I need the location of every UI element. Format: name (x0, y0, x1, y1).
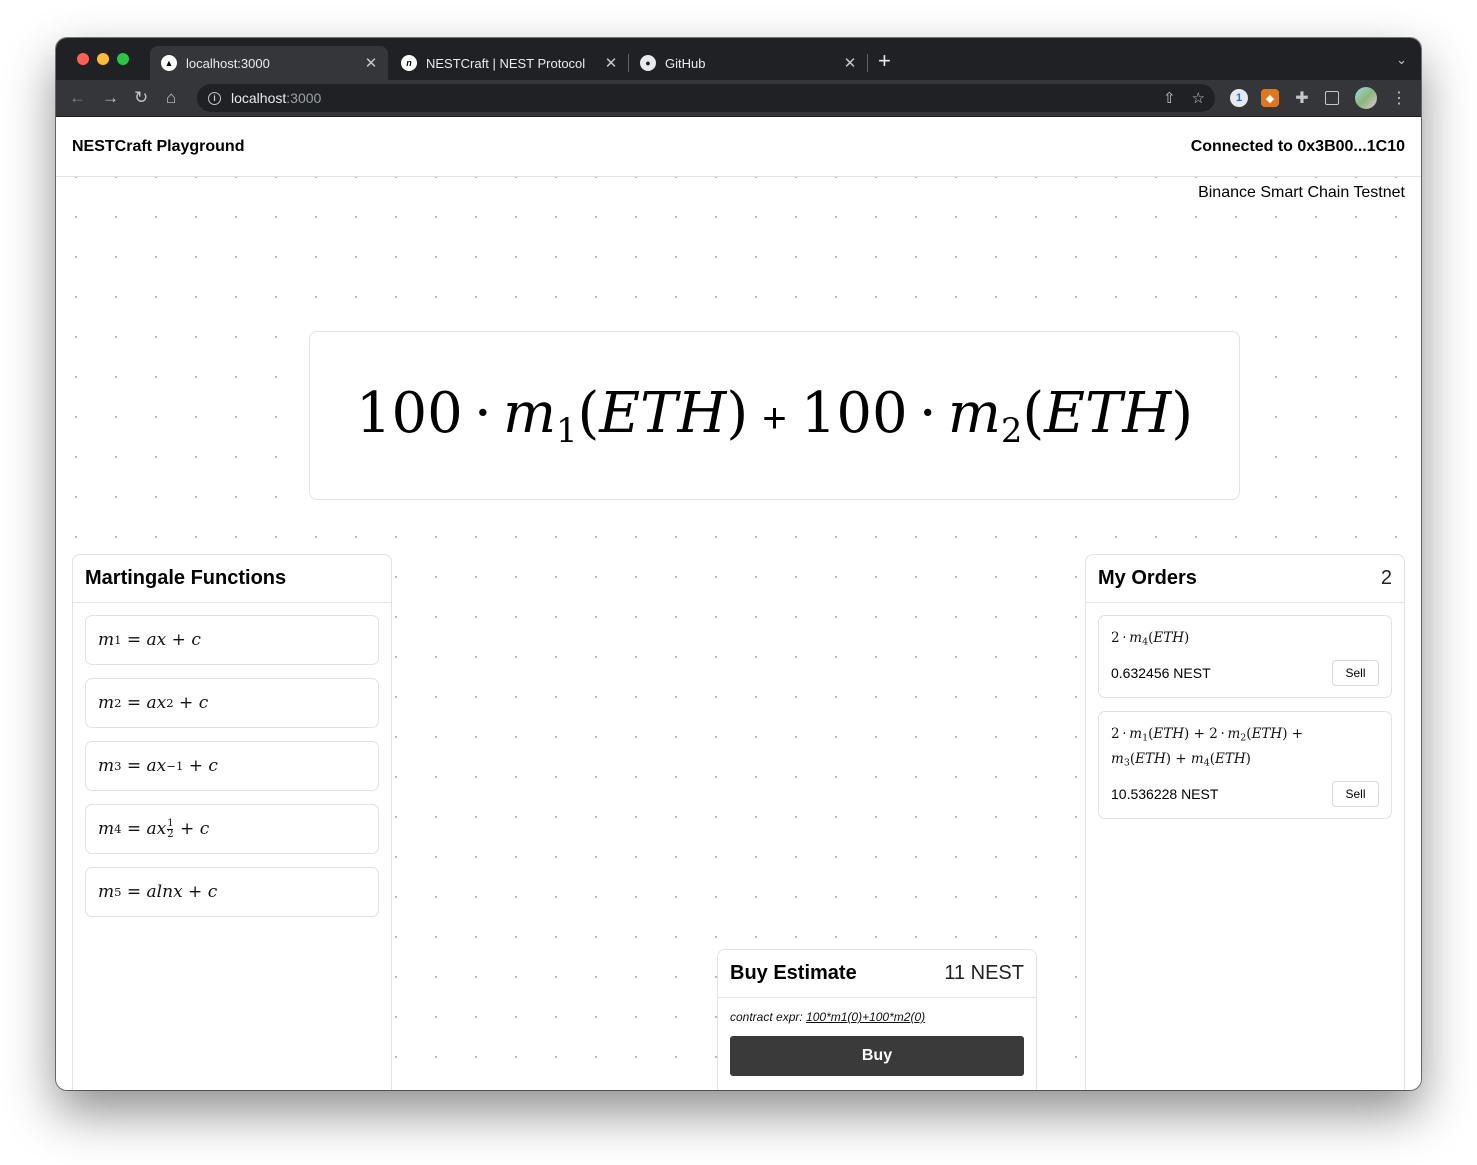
contract-label: contract expr: (730, 1010, 803, 1024)
tab-search-icon[interactable]: ⌄ (1396, 52, 1407, 68)
buy-button[interactable]: Buy (730, 1036, 1024, 1076)
asset-symbol: ETH (599, 380, 727, 446)
exponent-fraction: 12 (167, 818, 174, 840)
panel-header: My Orders 2 (1086, 555, 1404, 603)
coefficient: 100 (800, 380, 908, 446)
order-card: 2 · m4(ETH) 0.632456 NEST Sell (1098, 615, 1392, 699)
browser-window: ▲ localhost:3000 ✕ n NESTCraft | NEST Pr… (56, 38, 1421, 1090)
url-host: localhost (231, 90, 287, 106)
martingale-list: m1 = ax + c m2 = ax 2 + c m3 = ax −1 + c m… (73, 603, 391, 929)
sell-button[interactable]: Sell (1332, 781, 1379, 808)
triangle-icon: ▲ (161, 55, 177, 71)
buy-estimate-panel: Buy Estimate 11 NEST contract expr: 100*… (717, 949, 1037, 1090)
martingale-item-m5[interactable]: m5 = alnx + c (85, 867, 379, 917)
contract-expression: contract expr: 100*m1(0)+100*m2(0) (718, 998, 1036, 1024)
panel-title: My Orders (1098, 567, 1197, 589)
extensions-puzzle-icon[interactable]: ✚ (1293, 89, 1311, 107)
coefficient: 100 (355, 380, 463, 446)
tab-separator (867, 54, 868, 72)
extension-one-icon[interactable]: 1 (1230, 89, 1248, 107)
orders-count: 2 (1380, 567, 1392, 589)
profile-avatar[interactable] (1355, 87, 1377, 109)
contract-expression-link[interactable]: 100*m1(0)+100*m2(0) (806, 1010, 925, 1024)
function-index: 2 (114, 696, 122, 710)
tab-title: NESTCraft | NEST Protocol (426, 55, 586, 71)
minimize-window-button[interactable] (97, 53, 109, 65)
my-orders-panel: My Orders 2 2 · m4(ETH) 0.632456 NEST Se… (1085, 554, 1405, 1090)
order-value: 0.632456 NEST (1111, 665, 1211, 682)
site-info-icon[interactable]: i (208, 91, 221, 105)
page-canvas: NESTCraft Playground Connected to 0x3B00… (56, 117, 1421, 1090)
new-tab-button[interactable]: + (878, 50, 891, 72)
buy-estimate-amount: 11 NEST (944, 962, 1024, 984)
url-text[interactable]: localhost:3000 (231, 90, 321, 106)
github-icon: ● (640, 55, 656, 71)
network-label: Binance Smart Chain Testnet (1198, 184, 1405, 202)
function-index: 1 (114, 633, 122, 647)
wallet-connection-status[interactable]: Connected to 0x3B00...1C10 (1191, 138, 1405, 156)
app-title: NESTCraft Playground (72, 138, 245, 155)
function-index: 1 (556, 411, 578, 451)
martingale-item-m2[interactable]: m2 = ax 2 + c (85, 678, 379, 728)
reload-icon[interactable]: ↻ (134, 88, 148, 108)
exponent: 2 (166, 696, 174, 710)
side-panel-icon[interactable] (1325, 91, 1339, 105)
tab-nestcraft[interactable]: n NESTCraft | NEST Protocol ✕ (390, 46, 628, 80)
tab-title: GitHub (665, 55, 706, 71)
expression-display: 100 · m1(ETH) +100 · m2(ETH) (309, 331, 1240, 500)
share-icon[interactable]: ⇧ (1163, 89, 1176, 107)
close-icon[interactable]: ✕ (839, 54, 861, 72)
panel-title: Buy Estimate (730, 962, 857, 984)
orders-list: 2 · m4(ETH) 0.632456 NEST Sell 2 · m1(ET… (1086, 603, 1404, 831)
back-icon[interactable]: ← (69, 88, 86, 108)
close-window-button[interactable] (77, 53, 89, 65)
order-card: 2 · m1(ETH) + 2 · m2(ETH) + m3(ETH) + m4(… (1098, 711, 1392, 820)
maximize-window-button[interactable] (117, 53, 129, 65)
tab-bar: ▲ localhost:3000 ✕ n NESTCraft | NEST Pr… (56, 38, 1421, 80)
menu-kebab-icon[interactable]: ⋮ (1390, 89, 1408, 107)
function-index: 5 (114, 885, 122, 899)
metamask-fox-icon[interactable]: ◆ (1261, 89, 1279, 107)
martingale-item-m3[interactable]: m3 = ax −1 + c (85, 741, 379, 791)
martingale-functions-panel: Martingale Functions m1 = ax + c m2 = ax… (72, 554, 392, 1090)
function-index: 2 (1000, 411, 1023, 451)
order-expression: 2 · m1(ETH) + 2 · m2(ETH) + m3(ETH) + m4(… (1111, 726, 1304, 769)
panel-header: Martingale Functions (73, 555, 391, 603)
function-name: m (502, 380, 557, 446)
martingale-item-m1[interactable]: m1 = ax + c (85, 615, 379, 665)
function-index: 4 (114, 822, 122, 836)
function-index: 3 (114, 759, 122, 773)
asset-symbol: ETH (1044, 380, 1172, 446)
tab-github[interactable]: ● GitHub ✕ (629, 46, 867, 80)
order-expression: 2 · m4(ETH) (1111, 630, 1190, 648)
panel-header: Buy Estimate 11 NEST (718, 950, 1036, 998)
url-port: :3000 (286, 90, 322, 106)
exponent: −1 (166, 759, 184, 773)
nest-icon: n (401, 55, 417, 71)
close-icon[interactable]: ✕ (360, 54, 382, 72)
panel-title: Martingale Functions (85, 567, 287, 589)
function-name: m (947, 380, 1001, 446)
home-icon[interactable]: ⌂ (166, 88, 176, 108)
tab-title: localhost:3000 (186, 55, 270, 71)
sell-button[interactable]: Sell (1332, 660, 1379, 687)
expression-formula: 100 · m1(ETH) +100 · m2(ETH) (355, 380, 1194, 451)
forward-icon[interactable]: → (102, 88, 119, 108)
browser-toolbar: ← → ↻ ⌂ i localhost:3000 ⇧ ☆ 1 ◆ ✚ ⋮ (56, 80, 1421, 117)
address-bar[interactable]: i localhost:3000 ⇧ ☆ (197, 84, 1215, 112)
app-header: NESTCraft Playground Connected to 0x3B00… (56, 117, 1421, 177)
tab-localhost[interactable]: ▲ localhost:3000 ✕ (150, 46, 388, 80)
plus-operator: + (762, 393, 787, 441)
martingale-item-m4[interactable]: m4 = ax 1 2 + c (85, 804, 379, 854)
close-icon[interactable]: ✕ (600, 54, 622, 72)
order-value: 10.536228 NEST (1111, 786, 1219, 803)
bookmark-star-icon[interactable]: ☆ (1192, 89, 1205, 107)
